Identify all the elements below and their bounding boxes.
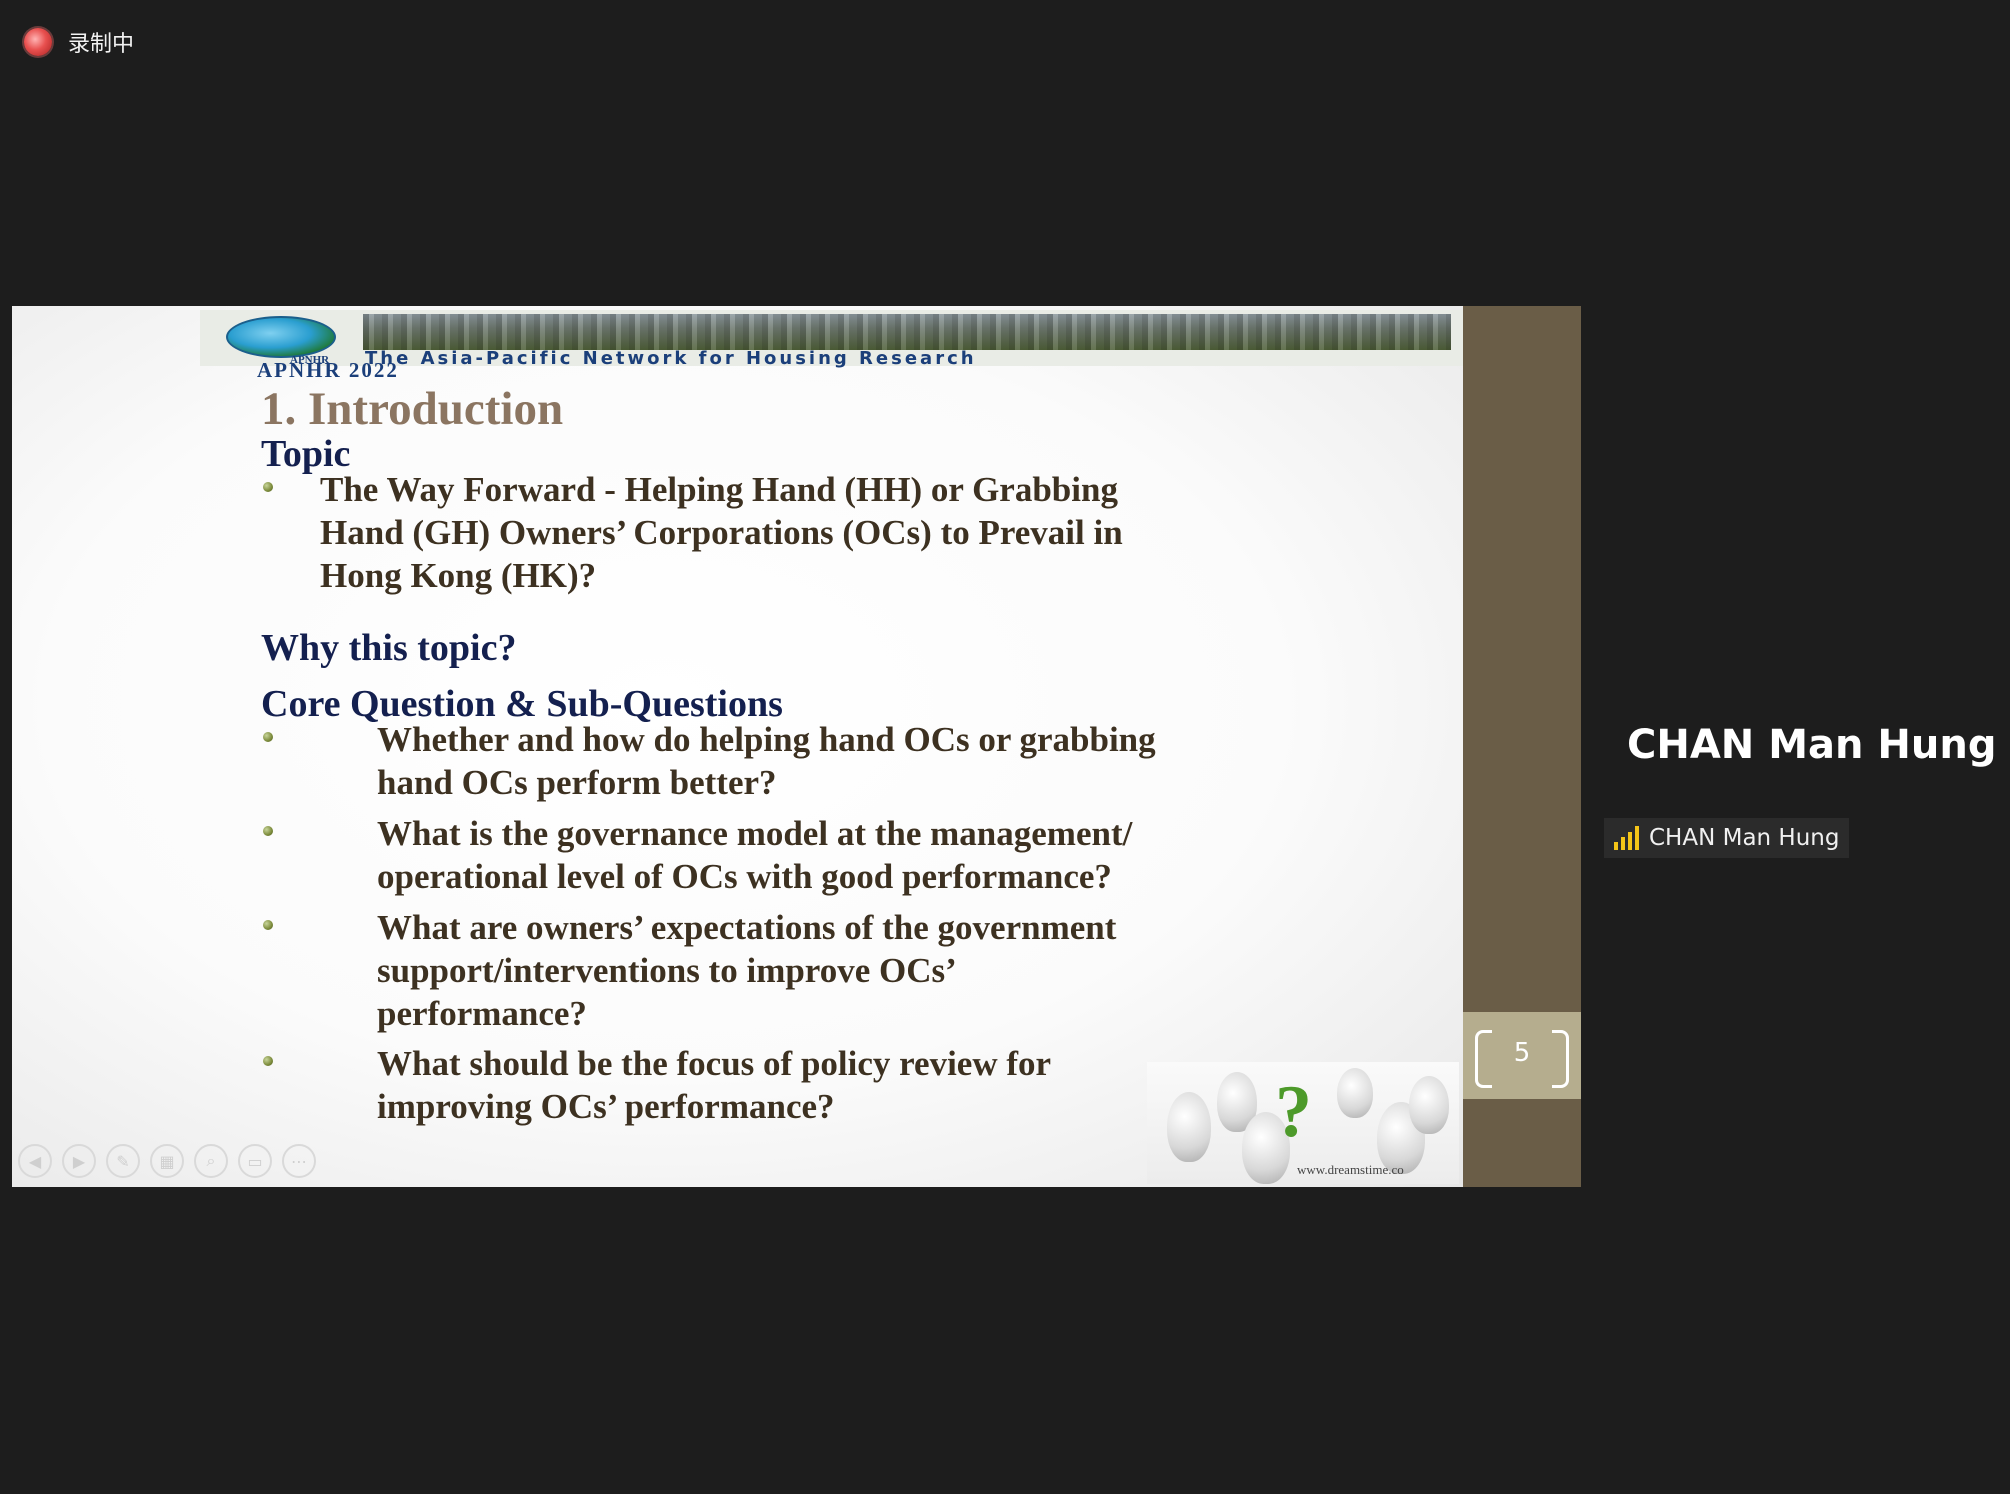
subtitle-icon[interactable]: ▭ xyxy=(238,1144,272,1178)
slide-title: 1. Introduction xyxy=(261,383,564,435)
bullet-icon xyxy=(263,732,273,742)
slideshow-controls: ◀ ▶ ✎ ▦ ⌕ ▭ ⋯ xyxy=(18,1144,316,1178)
screen-share-area: APNHR The Asia-Pacific Network for Housi… xyxy=(12,306,1581,1187)
topic-bullet: The Way Forward - Helping Hand (HH) or G… xyxy=(320,468,1123,597)
signal-strength-icon xyxy=(1614,826,1639,850)
question-item: What are owners’ expectations of the gov… xyxy=(377,906,1116,1035)
speaker-tag-name: CHAN Man Hung xyxy=(1649,825,1840,851)
topic-line: Hand (GH) Owners’ Corporations (OCs) to … xyxy=(320,513,1123,552)
page-number: 5 xyxy=(1513,1038,1531,1068)
more-icon[interactable]: ⋯ xyxy=(282,1144,316,1178)
figure-shape xyxy=(1409,1076,1449,1134)
question-line: What should be the focus of policy revie… xyxy=(377,1044,1052,1083)
slides-icon[interactable]: ▦ xyxy=(150,1144,184,1178)
prev-icon[interactable]: ◀ xyxy=(18,1144,52,1178)
bullet-icon xyxy=(263,482,273,492)
figure-shape xyxy=(1167,1092,1211,1162)
bullet-icon xyxy=(263,920,273,930)
question-line: hand OCs perform better? xyxy=(377,763,777,802)
apnhr-logo-icon xyxy=(226,316,336,358)
network-name: The Asia-Pacific Network for Housing Res… xyxy=(365,348,977,369)
figure-shape xyxy=(1337,1068,1373,1118)
topic-line: Hong Kong (HK)? xyxy=(320,556,597,595)
bullet-icon xyxy=(263,826,273,836)
zoom-icon[interactable]: ⌕ xyxy=(194,1144,228,1178)
question-item: What is the governance model at the mana… xyxy=(377,812,1132,898)
question-line: operational level of OCs with good perfo… xyxy=(377,857,1112,896)
page-indicator: 5 xyxy=(1463,1012,1581,1099)
question-figures-image: ? www.dreamstime.co xyxy=(1147,1062,1459,1184)
question-line: What are owners’ expectations of the gov… xyxy=(377,908,1117,947)
recording-label: 录制中 xyxy=(68,32,135,57)
speaker-display-name: CHAN Man Hung xyxy=(1627,722,1997,768)
presentation-slide: APNHR The Asia-Pacific Network for Housi… xyxy=(12,306,1463,1187)
speaker-name-tag: CHAN Man Hung xyxy=(1604,818,1850,858)
bullet-icon xyxy=(263,1056,273,1066)
topic-line: The Way Forward - Helping Hand (HH) or G… xyxy=(320,470,1118,509)
question-item: What should be the focus of policy revie… xyxy=(377,1042,1051,1128)
question-line: Whether and how do helping hand OCs or g… xyxy=(377,720,1156,759)
image-credit: www.dreamstime.co xyxy=(1297,1162,1404,1177)
question-line: What is the governance model at the mana… xyxy=(377,814,1133,853)
question-item: Whether and how do helping hand OCs or g… xyxy=(377,718,1156,804)
question-mark-icon: ? xyxy=(1275,1071,1312,1153)
record-icon xyxy=(24,28,52,56)
question-line: improving OCs’ performance? xyxy=(377,1087,835,1126)
conference-label: APNHR 2022 xyxy=(257,358,399,382)
question-line: support/interventions to improve OCs’ xyxy=(377,951,957,990)
recording-indicator: 录制中 xyxy=(24,26,134,58)
city-skyline-image xyxy=(363,314,1451,350)
next-icon[interactable]: ▶ xyxy=(62,1144,96,1178)
why-heading: Why this topic? xyxy=(261,627,517,669)
question-line: performance? xyxy=(377,994,587,1033)
pen-icon[interactable]: ✎ xyxy=(106,1144,140,1178)
